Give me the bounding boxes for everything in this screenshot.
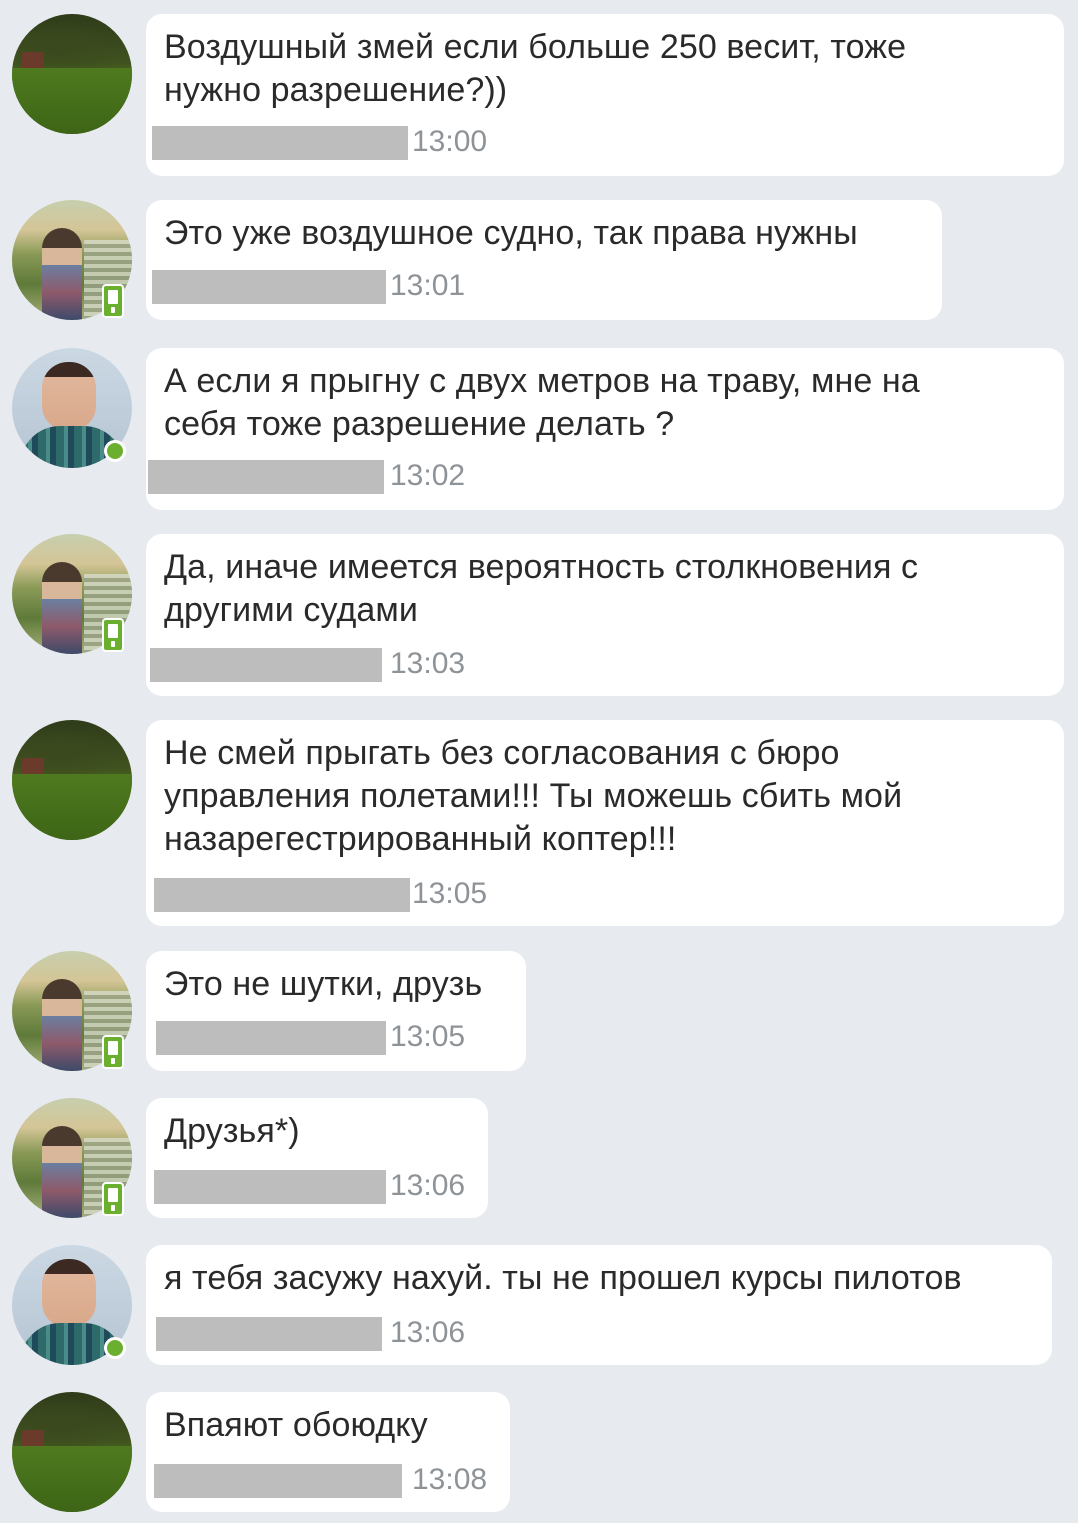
message-bubble[interactable]: Друзья*) 13:06 — [146, 1098, 488, 1218]
message-time: 13:02 — [390, 459, 466, 492]
avatar[interactable] — [12, 14, 132, 134]
message-bubble[interactable]: Не смей прыгать без согласования с бюро … — [146, 720, 1064, 926]
message-bubble[interactable]: Воздушный змей если больше 250 весит, то… — [146, 14, 1064, 176]
message-bubble[interactable]: я тебя засужу нахуй. ты не прошел курсы … — [146, 1245, 1052, 1365]
avatar[interactable] — [12, 1098, 132, 1218]
mobile-phone-icon — [102, 284, 124, 318]
message-bubble[interactable]: Это уже воздушное судно, так права нужны… — [146, 200, 942, 320]
message-time: 13:01 — [390, 269, 466, 302]
message-time: 13:05 — [390, 1020, 466, 1053]
avatar[interactable] — [12, 200, 132, 320]
avatar[interactable] — [12, 951, 132, 1071]
redacted-sender — [154, 878, 410, 912]
redacted-sender — [156, 1021, 386, 1055]
message-time: 13:03 — [390, 647, 466, 680]
avatar[interactable] — [12, 1245, 132, 1365]
redacted-sender — [152, 270, 386, 304]
mobile-phone-icon — [102, 618, 124, 652]
message-bubble[interactable]: Это не шутки, друзь 13:05 — [146, 951, 526, 1071]
mobile-phone-icon — [102, 1035, 124, 1069]
online-status-icon — [104, 1337, 126, 1359]
redacted-sender — [148, 460, 384, 494]
message-time: 13:06 — [390, 1169, 466, 1202]
avatar-image — [12, 14, 132, 134]
message-time: 13:05 — [412, 877, 488, 910]
message-time: 13:08 — [412, 1463, 488, 1496]
redacted-sender — [156, 1317, 382, 1351]
avatar[interactable] — [12, 720, 132, 840]
message-text: А если я прыгну с двух метров на траву, … — [164, 362, 920, 443]
message-text: Это уже воздушное судно, так права нужны — [164, 214, 858, 252]
message-text: я тебя засужу нахуй. ты не прошел курсы … — [164, 1259, 962, 1297]
avatar-image — [12, 720, 132, 840]
redacted-sender — [154, 1170, 386, 1204]
avatar[interactable] — [12, 348, 132, 468]
message-text: Впаяют обоюдку — [164, 1406, 428, 1444]
redacted-sender — [150, 648, 382, 682]
avatar-image — [12, 1392, 132, 1512]
message-text: Воздушный змей если больше 250 весит, то… — [164, 28, 907, 109]
message-bubble[interactable]: А если я прыгну с двух метров на траву, … — [146, 348, 1064, 510]
redacted-sender — [152, 126, 408, 160]
message-bubble[interactable]: Впаяют обоюдку 13:08 — [146, 1392, 510, 1512]
message-time: 13:06 — [390, 1316, 466, 1349]
avatar[interactable] — [12, 1392, 132, 1512]
message-bubble[interactable]: Да, иначе имеется вероятность столкновен… — [146, 534, 1064, 696]
chat-history[interactable]: Воздушный змей если больше 250 весит, то… — [0, 0, 1078, 1523]
online-status-icon — [104, 440, 126, 462]
redacted-sender — [154, 1464, 402, 1498]
message-text: Это не шутки, друзь — [164, 965, 483, 1003]
avatar[interactable] — [12, 534, 132, 654]
message-text: Да, иначе имеется вероятность столкновен… — [164, 548, 919, 629]
mobile-phone-icon — [102, 1182, 124, 1216]
message-time: 13:00 — [412, 125, 488, 158]
message-text: Друзья*) — [164, 1112, 300, 1150]
message-text: Не смей прыгать без согласования с бюро … — [164, 734, 903, 858]
